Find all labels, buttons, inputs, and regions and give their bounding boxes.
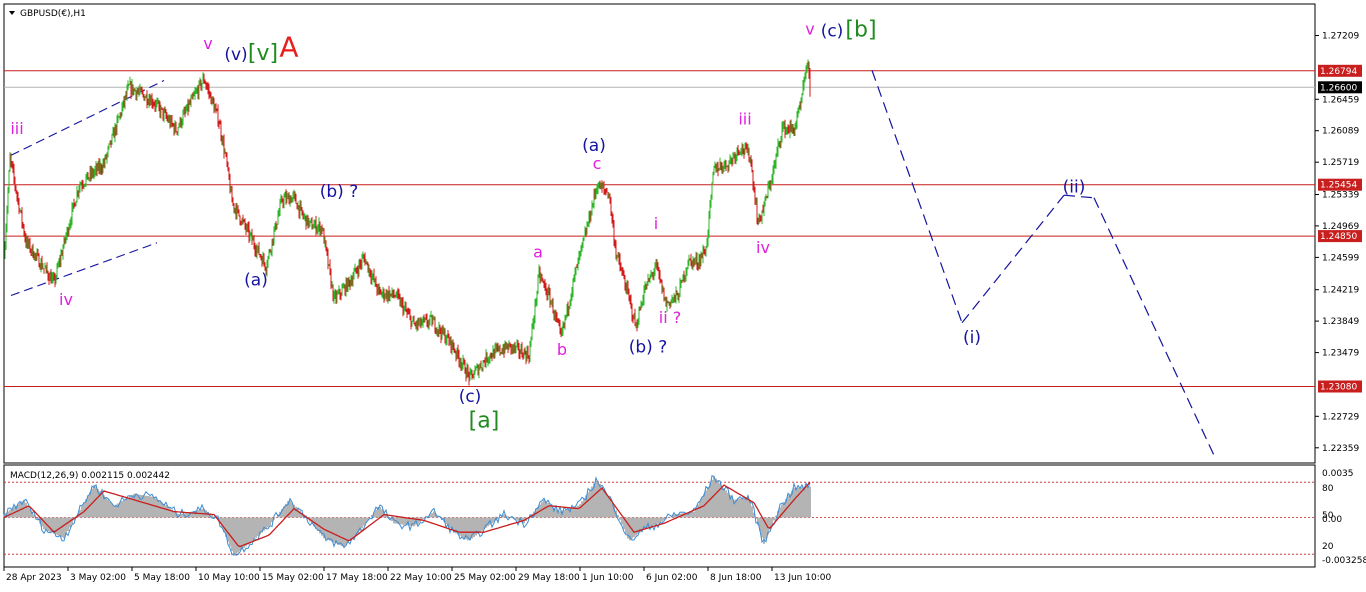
wave-label: v: [805, 20, 814, 39]
price-chart[interactable]: GBPUSD(€),H1 MACD(12,26,9) 0.002115 0.00…: [0, 0, 1366, 588]
wave-label: (i): [963, 328, 981, 348]
time-tick-label: 17 May 18:00: [326, 573, 388, 583]
symbol-title: GBPUSD(€),H1: [20, 9, 86, 19]
wave-label: (c): [459, 387, 482, 407]
macd-title: MACD(12,26,9) 0.002115 0.002442: [10, 471, 170, 481]
time-tick-label: 25 May 02:00: [454, 573, 516, 583]
price-tick-label: 1.25339: [1322, 191, 1359, 201]
price-tick-label: 1.24599: [1322, 253, 1359, 263]
price-tick-label: 1.27209: [1322, 32, 1359, 42]
time-tick-label: 29 May 18:00: [518, 573, 580, 583]
macd-tick-label: -0.003258: [1322, 556, 1366, 566]
wave-label: [b]: [845, 17, 876, 42]
wave-label: iii: [10, 119, 23, 138]
time-tick-label: 1 Jun 10:00: [582, 573, 634, 583]
wave-label: iv: [59, 290, 73, 309]
price-level-label: 1.26600: [1320, 83, 1357, 93]
macd-tick-label: 80: [1322, 484, 1334, 494]
price-tick-label: 1.22729: [1322, 412, 1359, 422]
wave-label: (a): [244, 270, 268, 290]
macd-tick-label: 0.0035: [1322, 469, 1354, 479]
time-tick-label: 28 Apr 2023: [6, 573, 62, 583]
wave-label: (b) ?: [320, 182, 358, 202]
time-tick-label: 5 May 18:00: [134, 573, 190, 583]
wave-label: (v): [224, 45, 247, 65]
wave-label: (a): [582, 136, 606, 156]
time-tick-label: 8 Jun 18:00: [710, 573, 762, 583]
price-tick-label: 1.25719: [1322, 158, 1359, 168]
wave-label: (b) ?: [629, 338, 667, 358]
price-tick-label: 1.24219: [1322, 286, 1359, 296]
time-tick-label: 10 May 10:00: [198, 573, 260, 583]
price-level-label: 1.25454: [1320, 181, 1357, 191]
price-tick-label: 1.23849: [1322, 317, 1359, 327]
chart-background: [0, 0, 1366, 588]
chart-window[interactable]: GBPUSD(€),H1 MACD(12,26,9) 0.002115 0.00…: [0, 0, 1366, 588]
time-tick-label: 6 Jun 02:00: [646, 573, 698, 583]
price-level-label: 1.24850: [1320, 232, 1357, 242]
wave-label: v: [203, 34, 212, 53]
price-level-label: 1.23080: [1320, 383, 1357, 393]
wave-label: iv: [756, 238, 770, 257]
macd-tick-label: 20: [1322, 542, 1334, 552]
price-level-label: 1.26794: [1320, 67, 1357, 77]
wave-label: b: [557, 340, 567, 359]
price-tick-label: 1.26089: [1322, 127, 1359, 137]
price-tick-label: 1.23479: [1322, 349, 1359, 359]
time-tick-label: 13 Jun 10:00: [774, 573, 831, 583]
wave-label: A: [279, 31, 298, 64]
time-tick-label: 15 May 02:00: [262, 573, 324, 583]
wave-label: (c): [821, 21, 844, 41]
wave-label: (ii): [1063, 178, 1086, 198]
wave-label: [v]: [248, 41, 278, 66]
time-tick-label: 3 May 02:00: [70, 573, 126, 583]
price-tick-label: 1.22359: [1322, 444, 1359, 454]
wave-label: i: [654, 214, 658, 233]
price-tick-label: 1.26459: [1322, 95, 1359, 105]
macd-tick-label: 0.00: [1322, 515, 1342, 525]
wave-label: a: [533, 242, 543, 261]
wave-label: iii: [738, 110, 751, 129]
wave-label: c: [593, 154, 602, 173]
time-tick-label: 22 May 10:00: [390, 573, 452, 583]
wave-label: [a]: [469, 408, 500, 433]
wave-label: ii ?: [659, 308, 681, 327]
